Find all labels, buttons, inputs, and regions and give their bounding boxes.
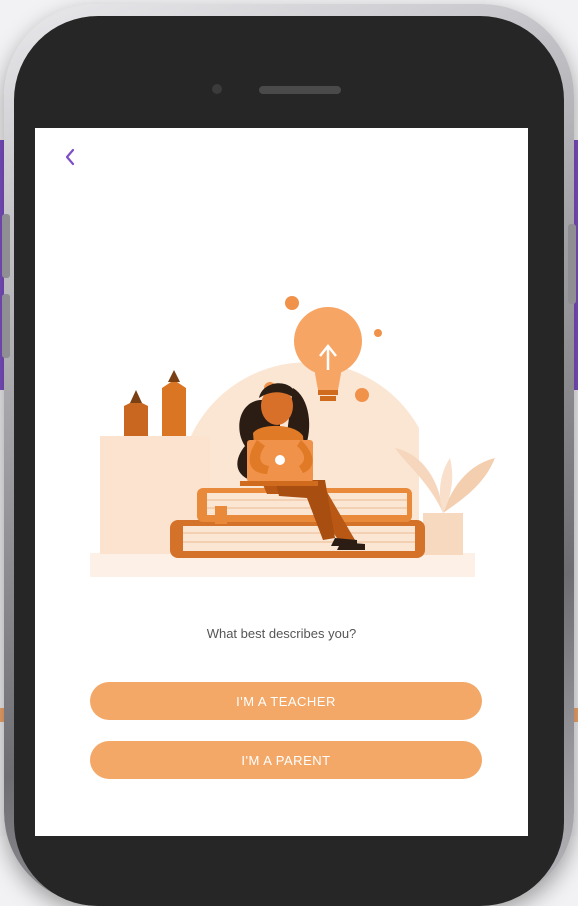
front-camera [212,84,222,94]
volume-up-button [2,214,10,278]
app-screen: What best describes you? I'M A TEACHER I… [35,128,528,836]
parent-button[interactable]: I'M A PARENT [90,741,482,779]
power-button [568,224,576,304]
person-with-laptop-illustration [90,296,495,577]
earpiece-speaker [259,86,341,94]
volume-down-button [2,294,10,358]
role-question: What best describes you? [206,626,357,641]
teacher-button[interactable]: I'M A TEACHER [90,682,482,720]
